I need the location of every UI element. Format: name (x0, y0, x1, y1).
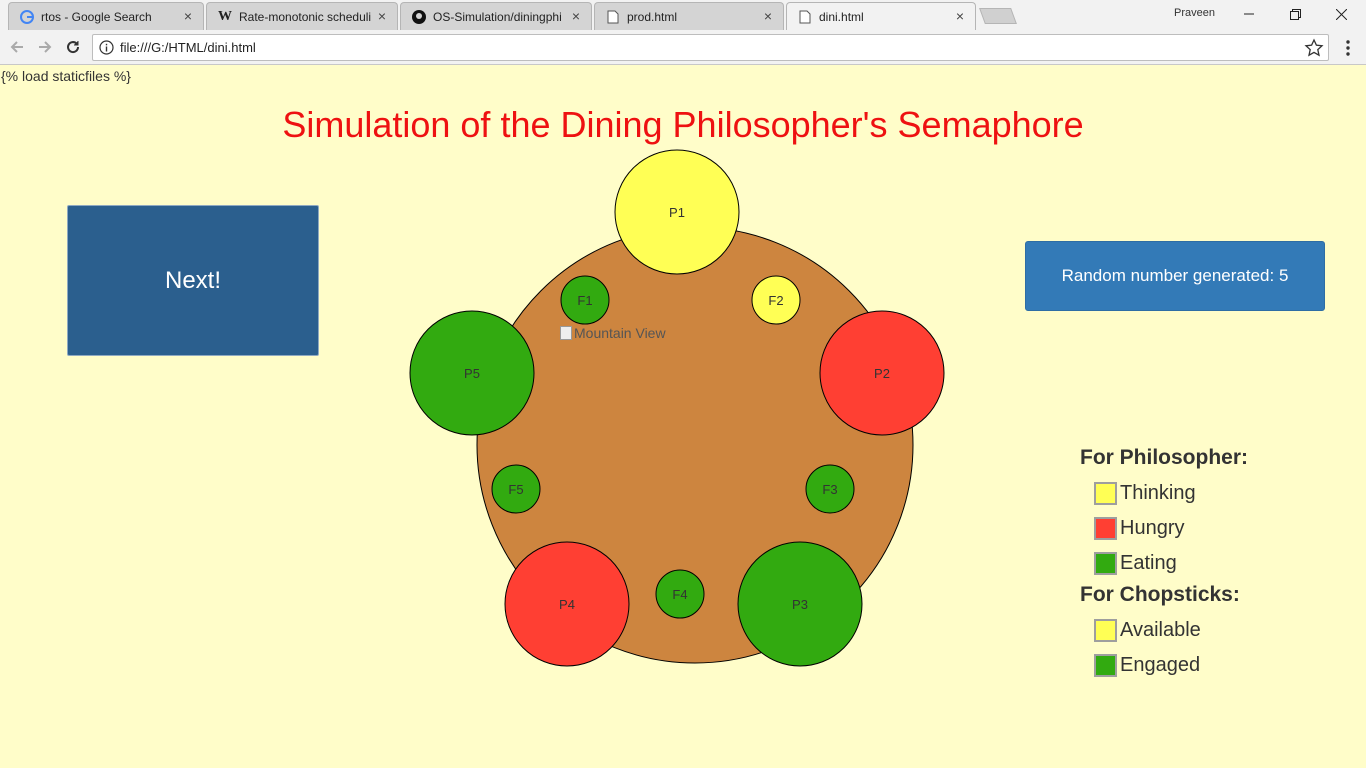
file-icon (797, 9, 813, 25)
tab-dini-html[interactable]: dini.html × (786, 2, 976, 30)
info-icon[interactable] (99, 40, 114, 55)
fork-f5: F5 (491, 464, 541, 514)
url-text[interactable]: file:///G:/HTML/dini.html (120, 40, 256, 55)
legend-item-thinking: Thinking (1080, 476, 1340, 511)
legend: For Philosopher: Thinking Hungry Eating … (1080, 446, 1340, 683)
philosopher-p1: P1 (614, 149, 740, 275)
legend-label: Thinking (1120, 482, 1196, 504)
close-tab-icon[interactable]: × (569, 9, 583, 23)
legend-item-hungry: Hungry (1080, 511, 1340, 546)
tab-title: prod.html (627, 10, 678, 24)
broken-image-icon (560, 326, 572, 340)
new-tab-button[interactable] (979, 8, 1017, 24)
page-content: {% load staticfiles %} Simulation of the… (0, 66, 1366, 768)
tab-title: Rate-monotonic scheduli (239, 10, 372, 24)
legend-philosopher-heading: For Philosopher: (1080, 446, 1248, 469)
philosopher-p4: P4 (504, 541, 630, 667)
tab-os-simulation[interactable]: OS-Simulation/diningphi × (400, 2, 592, 30)
browser-tabstrip: rtos - Google Search × W Rate-monotonic … (0, 0, 1366, 30)
tab-prod-html[interactable]: prod.html × (594, 2, 784, 30)
philosopher-p1-label: P1 (669, 205, 685, 220)
minimize-icon[interactable] (1226, 0, 1272, 28)
legend-swatch (1094, 482, 1117, 505)
google-icon (19, 9, 35, 25)
legend-label: Hungry (1120, 517, 1185, 539)
legend-item-available: Available (1080, 613, 1340, 648)
legend-item-eating: Eating (1080, 546, 1340, 581)
fork-f1-label: F1 (577, 293, 592, 308)
fork-f2-label: F2 (768, 293, 783, 308)
tab-rate-monotonic[interactable]: W Rate-monotonic scheduli × (206, 2, 398, 30)
fork-f5-label: F5 (508, 482, 523, 497)
philosopher-p2: P2 (819, 310, 945, 436)
tab-title: OS-Simulation/diningphi (433, 10, 562, 24)
philosopher-p3: P3 (737, 541, 863, 667)
profile-name[interactable]: Praveen (1174, 7, 1215, 19)
philosopher-p5-label: P5 (464, 366, 480, 381)
tab-title: rtos - Google Search (41, 10, 152, 24)
close-window-icon[interactable] (1318, 0, 1364, 28)
close-tab-icon[interactable]: × (953, 9, 967, 23)
address-bar[interactable]: file:///G:/HTML/dini.html (92, 34, 1329, 61)
legend-swatch (1094, 619, 1117, 642)
github-icon (411, 9, 427, 25)
fork-f3-label: F3 (822, 482, 837, 497)
fork-f2: F2 (751, 275, 801, 325)
philosopher-p4-label: P4 (559, 597, 575, 612)
reload-icon[interactable] (61, 35, 85, 59)
browser-menu-icon[interactable] (1340, 38, 1356, 58)
fork-f1: F1 (560, 275, 610, 325)
tab-title: dini.html (819, 10, 864, 24)
legend-swatch (1094, 552, 1117, 575)
tab-rtos-search[interactable]: rtos - Google Search × (8, 2, 204, 30)
philosopher-p2-label: P2 (874, 366, 890, 381)
fork-f3: F3 (805, 464, 855, 514)
wikipedia-icon: W (218, 9, 232, 24)
philosopher-p3-label: P3 (792, 597, 808, 612)
close-tab-icon[interactable]: × (761, 9, 775, 23)
legend-swatch (1094, 517, 1117, 540)
file-icon (605, 9, 621, 25)
back-icon[interactable] (5, 35, 29, 59)
browser-toolbar: file:///G:/HTML/dini.html (0, 30, 1366, 65)
bookmark-star-icon[interactable] (1304, 38, 1324, 58)
fork-f4: F4 (655, 569, 705, 619)
legend-label: Eating (1120, 552, 1177, 574)
broken-image-alt: Mountain View (574, 325, 666, 341)
close-tab-icon[interactable]: × (181, 9, 195, 23)
restore-icon[interactable] (1272, 0, 1318, 28)
fork-f4-label: F4 (672, 587, 687, 602)
broken-image: Mountain View (560, 325, 666, 341)
legend-label: Engaged (1120, 654, 1201, 676)
close-tab-icon[interactable]: × (375, 9, 389, 23)
legend-label: Available (1120, 619, 1201, 641)
legend-chopstick-heading: For Chopsticks: (1080, 583, 1240, 606)
legend-swatch (1094, 654, 1117, 677)
philosopher-p5: P5 (409, 310, 535, 436)
legend-item-engaged: Engaged (1080, 648, 1340, 683)
forward-icon[interactable] (33, 35, 57, 59)
